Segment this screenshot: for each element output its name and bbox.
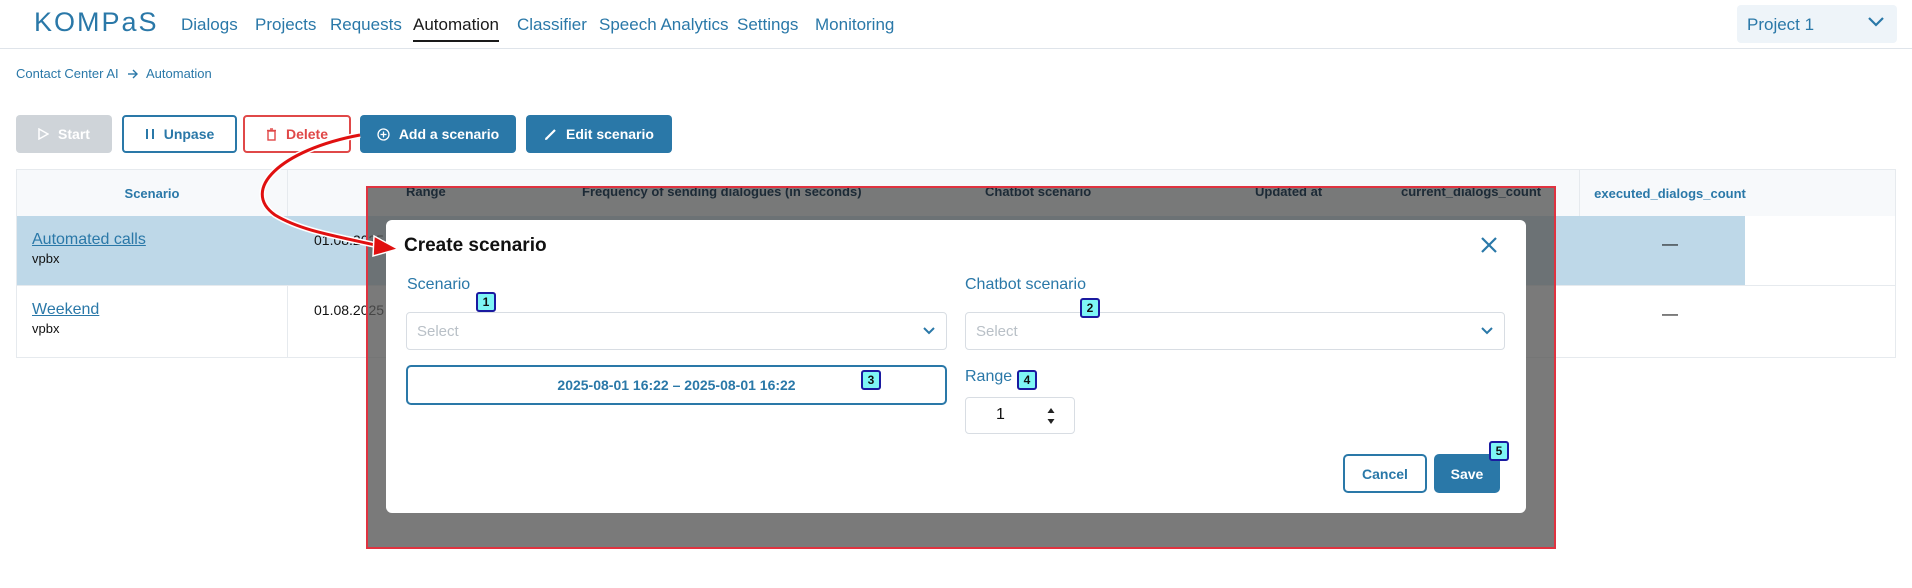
unpase-button[interactable]: Unpase	[122, 115, 237, 153]
pause-icon	[145, 129, 154, 139]
project-select[interactable]: Project 1	[1737, 5, 1897, 43]
nav-dialogs[interactable]: Dialogs	[181, 15, 238, 35]
dialog-title: Create scenario	[404, 235, 547, 256]
header-spacer	[1759, 170, 1895, 216]
unpase-button-label: Unpase	[163, 126, 215, 142]
nav-automation[interactable]: Automation	[413, 15, 499, 42]
range-label: Range	[965, 368, 1013, 385]
executed-count: —	[1662, 236, 1678, 253]
scenario-select-placeholder: Select	[417, 323, 459, 340]
edit-scenario-button-label: Edit scenario	[566, 126, 654, 142]
range-stepper[interactable]: 1	[965, 397, 1075, 434]
pencil-icon	[545, 128, 556, 140]
scenario-select[interactable]: Select	[406, 312, 947, 350]
scenario-sub: vpbx	[32, 251, 60, 266]
chevron-down-icon	[923, 327, 935, 335]
chatbot-scenario-select[interactable]: Select	[965, 312, 1505, 350]
nav-projects[interactable]: Projects	[255, 15, 316, 35]
start-button-label: Start	[58, 126, 90, 142]
chevron-down-icon	[1868, 17, 1884, 27]
nav-settings[interactable]: Settings	[737, 15, 798, 35]
arrow-right-icon	[128, 69, 138, 79]
add-scenario-button-label: Add a scenario	[398, 126, 500, 142]
chatbot-select-placeholder: Select	[976, 323, 1018, 340]
edit-scenario-button[interactable]: Edit scenario	[526, 115, 672, 153]
marker-5: 5	[1489, 441, 1509, 461]
nav-speech-analytics[interactable]: Speech Analytics	[599, 15, 728, 35]
scenario-link[interactable]: Automated calls	[32, 231, 146, 249]
column-header-executed[interactable]: executed_dialogs_count	[1579, 170, 1760, 216]
logo[interactable]: KOMPaS	[34, 7, 159, 38]
play-icon	[38, 128, 50, 140]
scenario-link[interactable]: Weekend	[32, 301, 99, 319]
annotation-arrow-icon	[259, 132, 400, 258]
executed-count: —	[1662, 306, 1678, 323]
marker-4: 4	[1017, 370, 1037, 390]
nav-monitoring[interactable]: Monitoring	[815, 15, 894, 35]
marker-1: 1	[476, 292, 496, 312]
chatbot-scenario-label: Chatbot scenario	[965, 276, 1086, 293]
range-value: 1	[996, 406, 1005, 423]
scenario-label: Scenario	[407, 276, 471, 293]
close-icon[interactable]	[1479, 235, 1499, 255]
marker-2: 2	[1080, 298, 1100, 318]
nav-requests[interactable]: Requests	[330, 15, 402, 35]
stepper-arrows-icon[interactable]	[1046, 405, 1056, 427]
breadcrumb-root[interactable]: Contact Center AI	[16, 66, 119, 81]
create-scenario-dialog: Create scenario Scenario Select Chatbot …	[386, 220, 1526, 513]
top-navbar: KOMPaS Dialogs Projects Requests Automat…	[0, 0, 1912, 49]
nav-classifier[interactable]: Classifier	[517, 15, 587, 35]
breadcrumb-current: Automation	[146, 66, 212, 81]
marker-3: 3	[861, 370, 881, 390]
project-select-value: Project 1	[1747, 15, 1815, 34]
start-button[interactable]: Start	[16, 115, 112, 153]
chevron-down-icon	[1481, 327, 1493, 335]
cancel-button[interactable]: Cancel	[1343, 454, 1427, 493]
scenario-sub: vpbx	[32, 321, 60, 336]
